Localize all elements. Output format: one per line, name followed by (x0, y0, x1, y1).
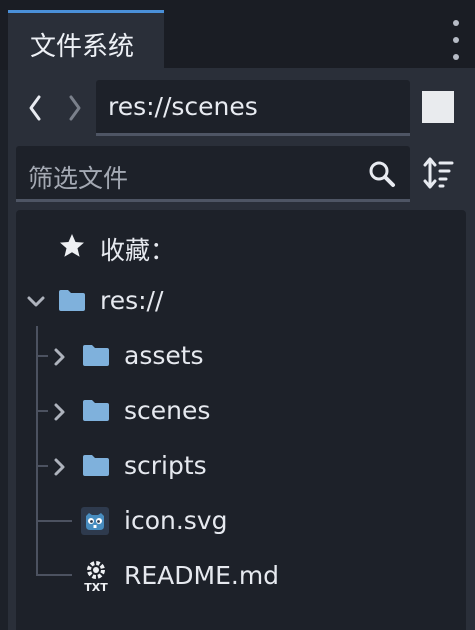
chevron-right-icon (69, 95, 81, 121)
tree-guide-branch (36, 355, 48, 357)
sort-button[interactable] (422, 156, 454, 190)
tab-filesystem[interactable]: 文件系统 (8, 10, 164, 68)
folder-icon (83, 455, 109, 476)
list-item-label: scenes (124, 396, 211, 425)
svg-text:TXT: TXT (84, 581, 108, 593)
chevron-left-icon (29, 95, 41, 121)
path-field[interactable]: res://scenes (96, 80, 410, 136)
tree-row-root[interactable]: res:// (16, 274, 466, 329)
filesystem-dock: 文件系统 res://scenes 筛选文件 收藏： res:// assets… (0, 0, 475, 630)
list-item-label: scripts (124, 451, 207, 480)
filter-input[interactable]: 筛选文件 (16, 146, 410, 202)
favorites-label: 收藏： (100, 236, 176, 265)
sort-icon (423, 157, 454, 189)
folder-icon (59, 290, 85, 311)
layout-toggle-button[interactable] (422, 91, 454, 123)
text-file-icon: TXT (84, 561, 108, 593)
folder-icon (83, 400, 109, 421)
star-icon (60, 234, 84, 257)
chevron-right-icon[interactable] (52, 457, 66, 477)
tree-guide-branch (36, 520, 72, 522)
path-value: res://scenes (108, 92, 258, 121)
folder-icon (83, 345, 109, 366)
list-item-label: README.md (124, 561, 280, 590)
tree-row-assets[interactable]: assets (16, 329, 466, 384)
tree-guide-branch (36, 574, 72, 576)
tree-row-scripts[interactable]: scripts (16, 439, 466, 494)
filter-placeholder: 筛选文件 (28, 164, 129, 193)
tree-row-icon-svg[interactable]: icon.svg (16, 494, 466, 549)
tree-guide-line (36, 326, 38, 575)
tree-row-readme[interactable]: TXT README.md (16, 549, 466, 604)
list-item-label: icon.svg (124, 506, 228, 535)
more-options-icon[interactable] (448, 20, 464, 60)
chevron-down-icon[interactable] (26, 294, 46, 310)
tree-guide-branch (36, 465, 48, 467)
list-item-label: assets (124, 341, 204, 370)
chevron-right-icon[interactable] (52, 402, 66, 422)
chevron-right-icon[interactable] (52, 347, 66, 367)
forward-button[interactable] (62, 92, 90, 124)
tree-row-scenes[interactable]: scenes (16, 384, 466, 439)
tree-guide-branch (36, 410, 48, 412)
search-icon (369, 161, 395, 187)
tree-row-favorites[interactable]: 收藏： (16, 219, 466, 274)
godot-icon (81, 507, 109, 535)
root-label: res:// (100, 286, 164, 315)
back-button[interactable] (22, 92, 50, 124)
tab-label: 文件系统 (30, 32, 135, 62)
file-tree[interactable]: 收藏： res:// assets scenes scripts icon.sv… (16, 210, 466, 630)
tab-bar: 文件系统 (0, 0, 475, 70)
